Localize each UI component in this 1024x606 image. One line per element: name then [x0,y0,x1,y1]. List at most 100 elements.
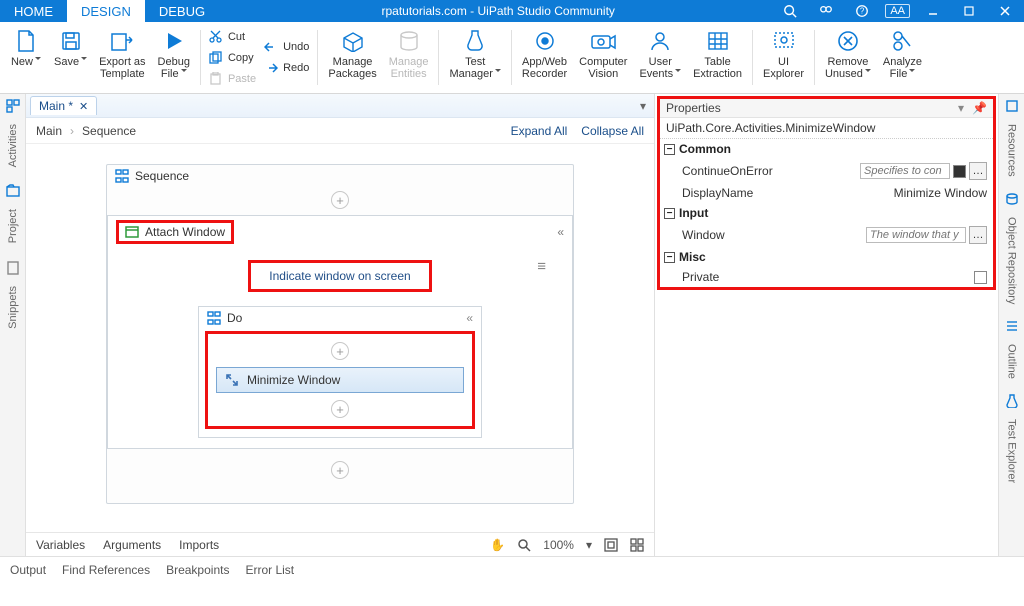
do-collapse-icon[interactable]: « [466,311,473,325]
test-explorer-icon[interactable] [1004,393,1020,409]
prop-window: Window … [660,223,993,247]
pan-icon[interactable]: ✋ [490,538,505,552]
attach-window-activity[interactable]: Attach Window « Indicate window on scree… [107,215,573,449]
add-activity-button[interactable]: + [331,461,349,479]
hamburger-icon[interactable]: ≡ [537,258,546,275]
add-activity-button[interactable]: + [331,342,349,360]
continue-on-error-checkbox[interactable] [953,165,966,178]
test-manager-button[interactable]: Test Manager [443,24,506,91]
prop-continue-on-error: ContinueOnError … [660,159,993,183]
resources-tab[interactable]: Resources [1006,124,1018,177]
manage-packages-button[interactable]: Manage Packages [322,24,382,91]
snippets-icon[interactable] [5,260,21,276]
paste-button: Paste [209,69,256,89]
breakpoints-tab[interactable]: Breakpoints [166,563,229,577]
resources-icon[interactable] [1004,98,1020,114]
tab-home[interactable]: HOME [0,0,67,22]
prop-display-name: DisplayName Minimize Window [660,183,993,203]
ui-explorer-button[interactable]: UI Explorer [757,24,810,91]
close-icon[interactable] [992,0,1018,22]
new-button[interactable]: New [4,24,48,91]
tab-dropdown-icon[interactable]: ▾ [640,99,646,113]
outline-tab[interactable]: Outline [1006,344,1018,379]
find-references-tab[interactable]: Find References [62,563,150,577]
group-input[interactable]: −Input [660,203,993,223]
private-checkbox[interactable] [974,271,987,284]
tab-debug[interactable]: DEBUG [145,0,219,22]
left-rail: Activities Project Snippets [0,94,26,556]
continue-on-error-input[interactable] [860,163,950,179]
do-icon [207,311,221,325]
indicate-window-button[interactable]: Indicate window on screen [248,260,431,292]
user-badge[interactable]: AA [885,4,910,18]
table-extraction-button[interactable]: Table Extraction [687,24,748,91]
help-icon[interactable]: ? [849,0,875,22]
zoom-level[interactable]: 100% [543,538,574,552]
doc-tab-label: Main * [39,99,73,113]
tab-design[interactable]: DESIGN [67,0,145,22]
close-tab-icon[interactable]: ✕ [79,100,88,113]
cut-button[interactable]: Cut [209,27,256,47]
activities-tab[interactable]: Activities [7,124,19,167]
expression-editor-button[interactable]: … [969,226,987,244]
window-input[interactable] [866,227,966,243]
output-tab[interactable]: Output [10,563,46,577]
user-events-button[interactable]: User Events [633,24,687,91]
properties-panel: Properties ▾ 📌 UiPath.Core.Activities.Mi… [654,94,998,556]
breadcrumb-root[interactable]: Main [36,124,62,138]
do-title: Do [227,311,242,325]
overview-icon[interactable] [630,538,644,552]
object-repo-icon[interactable] [1004,191,1020,207]
breadcrumb-leaf[interactable]: Sequence [82,124,136,138]
test-explorer-tab[interactable]: Test Explorer [1006,419,1018,483]
chevron-down-icon[interactable]: ▾ [586,538,592,552]
search-icon[interactable] [777,0,803,22]
imports-tab[interactable]: Imports [179,538,219,552]
expand-all-button[interactable]: Expand All [511,124,568,138]
arguments-tab[interactable]: Arguments [103,538,161,552]
error-list-tab[interactable]: Error List [245,563,294,577]
pin-icon[interactable]: 📌 [972,101,987,115]
minimize-icon[interactable] [920,0,946,22]
designer-canvas[interactable]: Sequence + Attach Window « [26,144,654,532]
add-activity-button[interactable]: + [331,191,349,209]
redo-button[interactable]: Redo [264,58,309,78]
panel-dropdown-icon[interactable]: ▾ [958,101,964,115]
project-icon[interactable] [5,183,21,199]
designer-footer: Variables Arguments Imports ✋ 100% ▾ [26,532,654,556]
activities-icon[interactable] [5,98,21,114]
add-activity-button[interactable]: + [331,400,349,418]
analyze-file-button[interactable]: Analyze File [877,24,928,91]
app-web-recorder-button[interactable]: App/Web Recorder [516,24,573,91]
export-template-button[interactable]: Export as Template [93,24,151,91]
collapse-icon[interactable]: « [557,225,564,239]
remove-unused-button[interactable]: Remove Unused [819,24,877,91]
copy-button[interactable]: Copy [209,48,256,68]
expression-editor-button[interactable]: … [969,162,987,180]
undo-button[interactable]: Undo [264,37,309,57]
attach-window-icon [125,225,139,239]
debug-file-button[interactable]: Debug File [152,24,196,91]
outline-icon[interactable] [1004,318,1020,334]
zoom-icon[interactable] [517,538,531,552]
snippets-tab[interactable]: Snippets [7,286,19,329]
group-common[interactable]: −Common [660,139,993,159]
sequence-container[interactable]: Sequence + Attach Window « [106,164,574,504]
do-sequence[interactable]: Do « + Minimize Window + [198,306,482,438]
save-button[interactable]: Save [48,24,93,91]
project-tab[interactable]: Project [7,209,19,243]
minimize-window-activity[interactable]: Minimize Window [216,367,464,393]
fit-screen-icon[interactable] [604,538,618,552]
chevron-right-icon: › [70,124,74,138]
doc-tab-main[interactable]: Main * ✕ [30,96,97,115]
group-misc[interactable]: −Misc [660,247,993,267]
feedback-icon[interactable] [813,0,839,22]
prop-private: Private [660,267,993,287]
collapse-all-button[interactable]: Collapse All [581,124,644,138]
variables-tab[interactable]: Variables [36,538,85,552]
object-repository-tab[interactable]: Object Repository [1006,217,1018,304]
display-name-value[interactable]: Minimize Window [894,186,987,200]
computer-vision-button[interactable]: Computer Vision [573,24,633,91]
manage-entities-button: Manage Entities [383,24,435,91]
maximize-icon[interactable] [956,0,982,22]
